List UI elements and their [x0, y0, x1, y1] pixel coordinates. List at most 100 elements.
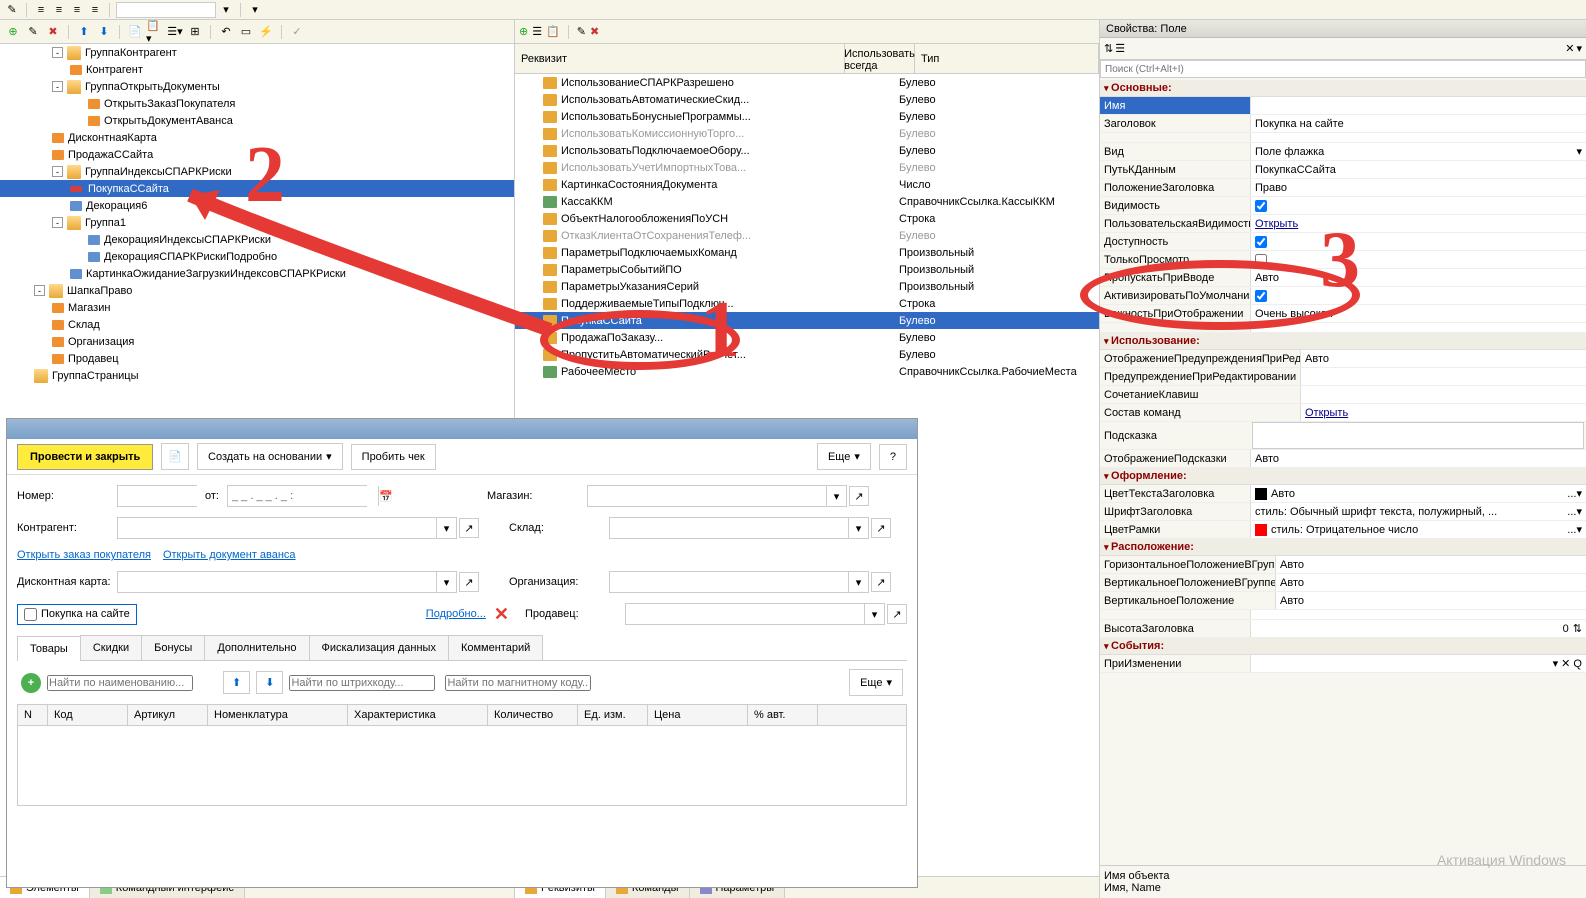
inner-more-button[interactable]: Еще ▾	[849, 669, 903, 696]
prop-titleh-value[interactable]: 0⇅	[1250, 620, 1586, 637]
list-icon[interactable]: ☰▾	[166, 23, 184, 41]
prop-close-icon[interactable]: ✕	[1565, 42, 1574, 55]
store-dropdown-icon[interactable]: ▾	[826, 486, 846, 506]
paste-icon[interactable]: 📋▾	[146, 23, 164, 41]
form-tab[interactable]: Комментарий	[448, 635, 543, 660]
attr-row[interactable]: ОтказКлиентаОтСохраненияТелеф...Булево	[515, 227, 1099, 244]
form-tab[interactable]: Скидки	[80, 635, 142, 660]
prop-search-input[interactable]	[1100, 60, 1586, 78]
prop-framecolor-value[interactable]: стиль: Отрицательное число...▾	[1250, 521, 1586, 538]
align-left-icon[interactable]: ≡	[33, 2, 49, 18]
prop-sort-icon[interactable]: ⇅	[1104, 42, 1113, 55]
attr-row[interactable]: ИспользоватьКомиссионнуюТорго...Булево	[515, 125, 1099, 142]
post-and-close-button[interactable]: Провести и закрыть	[17, 444, 153, 470]
warehouse-open-icon[interactable]: ↗	[871, 518, 891, 538]
tree-item[interactable]: -Группа1	[0, 214, 514, 231]
calendar-icon[interactable]: 📅	[378, 486, 393, 506]
prop-onchange-value[interactable]: ▾ ✕ Q	[1250, 655, 1586, 672]
warehouse-dropdown-icon[interactable]: ▾	[848, 518, 868, 538]
post-button[interactable]: 📄	[161, 443, 189, 470]
counterparty-input[interactable]	[118, 518, 436, 538]
prop-cmds-value[interactable]: Открыть	[1300, 404, 1586, 421]
prop-dropdown-icon[interactable]: ▾	[1576, 42, 1582, 55]
card-open-icon[interactable]: ↗	[459, 572, 479, 592]
tree-item[interactable]: -ГруппаОткрытьДокументы	[0, 78, 514, 95]
attr-row[interactable]: ПродажаПоЗаказу...Булево	[515, 329, 1099, 346]
undo-icon[interactable]: ↶	[217, 23, 235, 41]
add-icon[interactable]: ⊕	[4, 23, 22, 41]
expand-icon[interactable]: -	[52, 166, 63, 177]
prop-categorize-icon[interactable]: ☰	[1115, 42, 1125, 55]
search-by-mag-input[interactable]	[445, 675, 591, 691]
expand-icon[interactable]: -	[34, 285, 45, 296]
tree-item[interactable]: Декорация6	[0, 197, 514, 214]
tree-item[interactable]: КартинкаОжиданиеЗагрузкиИндексовСПАРКРис…	[0, 265, 514, 282]
form-tab[interactable]: Дополнительно	[204, 635, 309, 660]
prop-titlecolor-value[interactable]: Авто...▾	[1250, 485, 1586, 502]
store-input[interactable]	[588, 486, 826, 506]
prop-vpos2-value[interactable]: Авто	[1275, 592, 1586, 609]
prop-shortcut-value[interactable]	[1300, 386, 1586, 403]
prop-visibility-value[interactable]	[1250, 197, 1586, 214]
prop-path-value[interactable]: ПокупкаССайта	[1250, 161, 1586, 178]
counterparty-open-icon[interactable]: ↗	[459, 518, 479, 538]
align-right-icon[interactable]: ≡	[69, 2, 85, 18]
tree-item[interactable]: Склад	[0, 316, 514, 333]
attr-copy-icon[interactable]: 📋	[546, 25, 560, 38]
expand-icon[interactable]: -	[52, 217, 63, 228]
attr-row[interactable]: КартинкаСостоянияДокументаЧисло	[515, 176, 1099, 193]
section-events[interactable]: События:	[1100, 638, 1586, 655]
tree-item[interactable]: -ГруппаКонтрагент	[0, 44, 514, 61]
prop-hintdisp-value[interactable]: Авто	[1250, 450, 1586, 467]
tree-item[interactable]: ОткрытьДокументАванса	[0, 112, 514, 129]
seller-input[interactable]	[626, 604, 864, 624]
prop-preedit-value[interactable]	[1300, 368, 1586, 385]
tree-item[interactable]: -ШапкаПраво	[0, 282, 514, 299]
grid-icon[interactable]: ⊞	[186, 23, 204, 41]
attr-row[interactable]: КассаККМСправочникСсылка.КассыККМ	[515, 193, 1099, 210]
align-center-icon[interactable]: ≡	[51, 2, 67, 18]
copy-icon[interactable]: 📄	[126, 23, 144, 41]
form-tab[interactable]: Бонусы	[141, 635, 205, 660]
detail-link[interactable]: Подробно...	[426, 608, 486, 620]
counterparty-dropdown-icon[interactable]: ▾	[436, 518, 456, 538]
format-icon[interactable]: ✎	[4, 2, 20, 18]
tree-item[interactable]: ПокупкаССайта	[0, 180, 514, 197]
tree-item[interactable]: Магазин	[0, 299, 514, 316]
move-up-button[interactable]: ⬆	[223, 671, 250, 694]
tree-item[interactable]: Продавец	[0, 350, 514, 367]
open-order-link[interactable]: Открыть заказ покупателя	[17, 549, 151, 561]
store-open-icon[interactable]: ↗	[849, 486, 869, 506]
delete-icon[interactable]: ✖	[44, 23, 62, 41]
warehouse-input[interactable]	[610, 518, 848, 538]
org-input[interactable]	[610, 572, 848, 592]
tree-item[interactable]: ГруппаСтраницы	[0, 367, 514, 384]
tree-item[interactable]: ОткрытьЗаказПокупателя	[0, 95, 514, 112]
up-icon[interactable]: ⬆	[75, 23, 93, 41]
edit-icon[interactable]: ✎	[24, 23, 42, 41]
prop-vpos-value[interactable]: Авто	[1275, 574, 1586, 591]
dropdown2-icon[interactable]: ▾	[247, 2, 263, 18]
site-purchase-checkbox[interactable]: Покупка на сайте	[17, 604, 137, 625]
tree-item[interactable]: ДекорацияСПАРКРискиПодробно	[0, 248, 514, 265]
form-tab[interactable]: Товары	[17, 636, 81, 661]
close-x-icon[interactable]: ✕	[494, 604, 509, 625]
tree-item[interactable]: ДисконтнаяКарта	[0, 129, 514, 146]
section-design[interactable]: Оформление:	[1100, 468, 1586, 485]
prop-titlefont-value[interactable]: стиль: Обычный шрифт текста, полужирный,…	[1250, 503, 1586, 520]
attr-row[interactable]: ПокупкаССайтаБулево	[515, 312, 1099, 329]
prop-uservis-value[interactable]: Открыть	[1250, 215, 1586, 232]
prop-warnedit-value[interactable]: Авто	[1300, 350, 1586, 367]
attr-row[interactable]: ПропуститьАвтоматическийРасчет...Булево	[515, 346, 1099, 363]
prop-avail-value[interactable]	[1250, 233, 1586, 250]
prop-readonly-value[interactable]	[1250, 251, 1586, 268]
section-use[interactable]: Использование:	[1100, 333, 1586, 350]
expand-icon[interactable]: -	[52, 47, 63, 58]
add-row-button[interactable]: +	[21, 673, 41, 693]
attr-row[interactable]: ПараметрыСобытийПОПроизвольный	[515, 261, 1099, 278]
attr-row[interactable]: ИспользованиеСПАРКРазрешеноБулево	[515, 74, 1099, 91]
attr-add-icon[interactable]: ⊕	[519, 25, 528, 38]
prop-hint-value[interactable]	[1252, 422, 1584, 449]
prop-titlepos-value[interactable]: Право	[1250, 179, 1586, 196]
org-dropdown-icon[interactable]: ▾	[848, 572, 868, 592]
